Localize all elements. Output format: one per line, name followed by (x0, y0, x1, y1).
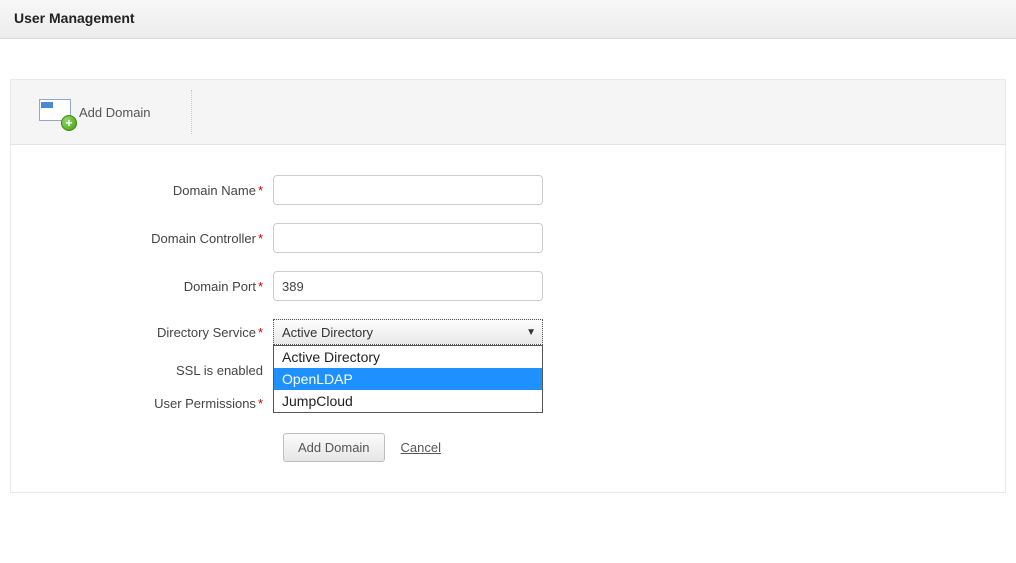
label-user-permissions: User Permissions* (11, 396, 273, 411)
required-asterisk: * (258, 325, 263, 340)
row-domain-controller: Domain Controller* (11, 223, 1005, 253)
actions-row: Add Domain Cancel (11, 433, 1005, 462)
directory-service-option-2[interactable]: JumpCloud (274, 390, 542, 412)
label-domain-port: Domain Port* (11, 279, 273, 294)
add-domain-button[interactable]: + Add Domain (39, 90, 192, 134)
directory-service-selected: Active Directory (282, 325, 373, 340)
directory-service-select[interactable]: Active Directory ▼ (273, 319, 543, 345)
add-domain-submit-button[interactable]: Add Domain (283, 433, 385, 462)
directory-service-options: Active Directory OpenLDAP JumpCloud (273, 345, 543, 413)
row-domain-port: Domain Port* (11, 271, 1005, 301)
row-domain-name: Domain Name* (11, 175, 1005, 205)
required-asterisk: * (258, 183, 263, 198)
page-title: User Management (14, 10, 1002, 26)
chevron-down-icon: ▼ (526, 327, 536, 338)
row-directory-service: Directory Service* Active Directory ▼ Ac… (11, 319, 1005, 345)
required-asterisk: * (258, 279, 263, 294)
toolbar: + Add Domain (11, 80, 1005, 145)
add-domain-label: Add Domain (79, 105, 151, 120)
label-domain-name: Domain Name* (11, 183, 273, 198)
directory-service-option-0[interactable]: Active Directory (274, 346, 542, 368)
cancel-link[interactable]: Cancel (401, 440, 441, 455)
label-directory-service: Directory Service* (11, 325, 273, 340)
domain-port-input[interactable] (273, 271, 543, 301)
required-asterisk: * (258, 396, 263, 411)
add-domain-icon: + (39, 99, 73, 125)
main-panel: + Add Domain Domain Name* Domain Control… (10, 79, 1006, 493)
domain-controller-input[interactable] (273, 223, 543, 253)
domain-name-input[interactable] (273, 175, 543, 205)
form-area: Domain Name* Domain Controller* Domain P… (11, 145, 1005, 492)
directory-service-option-1[interactable]: OpenLDAP (274, 368, 542, 390)
label-ssl-enabled: SSL is enabled (11, 363, 273, 378)
page-header: User Management (0, 0, 1016, 39)
label-domain-controller: Domain Controller* (11, 231, 273, 246)
required-asterisk: * (258, 231, 263, 246)
